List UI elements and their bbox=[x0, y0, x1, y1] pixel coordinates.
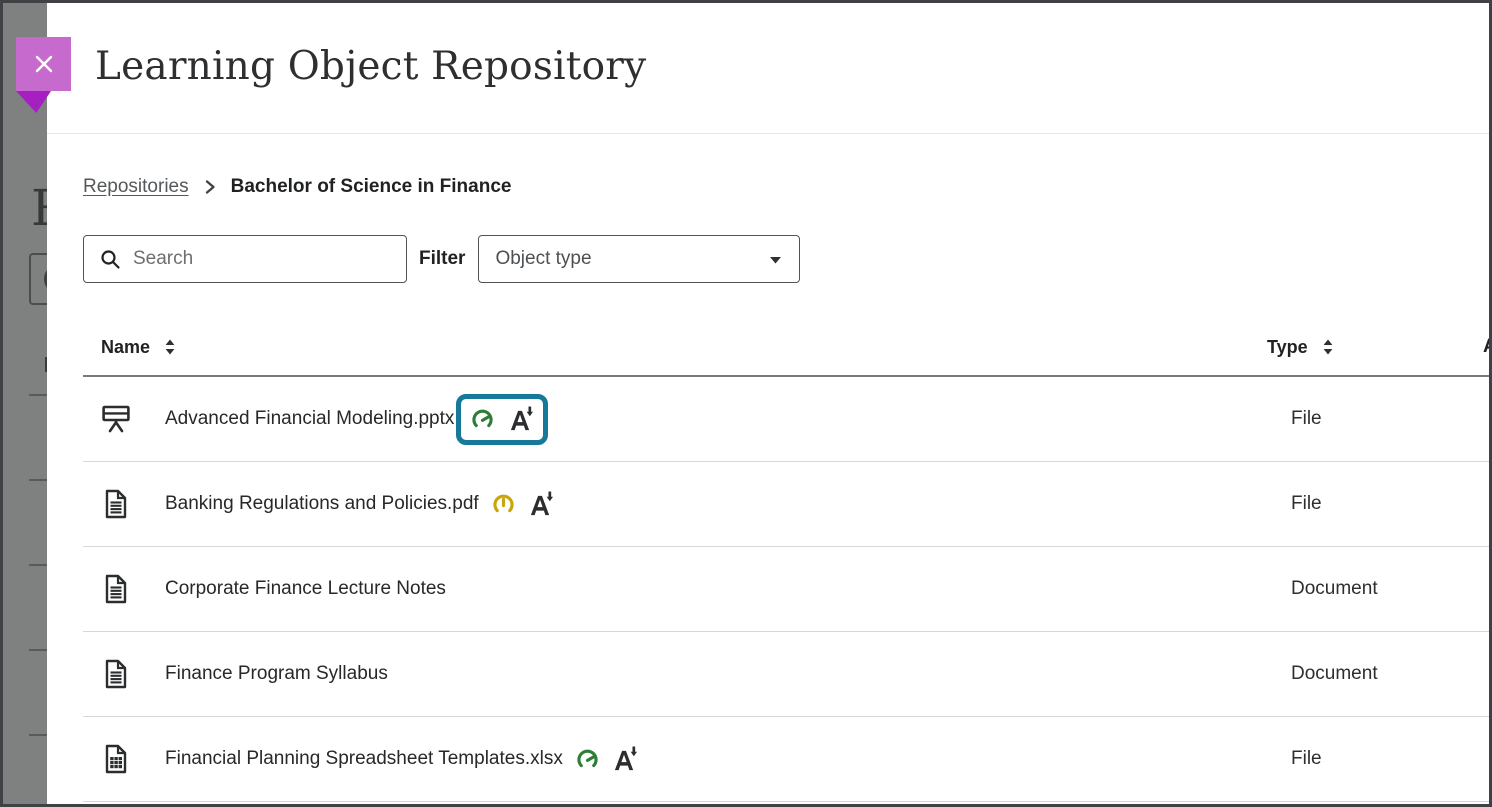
background-divider bbox=[29, 479, 47, 481]
breadcrumb-current: Bachelor of Science in Finance bbox=[231, 176, 512, 198]
spreadsheet-icon bbox=[101, 744, 131, 774]
dialog-header: Learning Object Repository bbox=[47, 3, 1489, 134]
table-header-row: Name Type A bbox=[83, 319, 1489, 377]
background-divider bbox=[29, 649, 47, 651]
alternative-formats-icon[interactable] bbox=[508, 406, 533, 433]
accessibility-score-gauge-icon-green[interactable] bbox=[576, 748, 599, 771]
search-icon bbox=[100, 249, 121, 270]
document-icon bbox=[101, 659, 131, 689]
object-name[interactable]: Advanced Financial Modeling.pptx bbox=[165, 408, 454, 430]
sort-icon[interactable] bbox=[165, 339, 175, 355]
object-name[interactable]: Banking Regulations and Policies.pdf bbox=[165, 493, 479, 515]
bookmark-fold bbox=[16, 91, 51, 113]
column-header-name[interactable]: Name bbox=[83, 337, 175, 358]
presentation-icon bbox=[101, 404, 131, 434]
breadcrumb-chevron-icon bbox=[204, 179, 216, 195]
background-divider bbox=[29, 564, 47, 566]
object-type: Document bbox=[1291, 578, 1378, 600]
dimmed-background-page: R 1 1 1 1 1 bbox=[3, 3, 47, 804]
table-row[interactable]: Advanced Financial Modeling.pptx Fi bbox=[83, 377, 1489, 462]
close-dialog-button[interactable] bbox=[16, 37, 71, 113]
breadcrumb-link-repositories[interactable]: Repositories bbox=[83, 176, 189, 198]
screenshot-frame: R 1 1 1 1 1 Learning Object Repository bbox=[0, 0, 1492, 807]
object-name[interactable]: Financial Planning Spreadsheet Templates… bbox=[165, 748, 563, 770]
object-type: File bbox=[1291, 408, 1322, 430]
table-row[interactable]: Corporate Finance Lecture Notes Document bbox=[83, 547, 1489, 632]
search-input[interactable] bbox=[131, 247, 385, 271]
breadcrumb: Repositories Bachelor of Science in Fina… bbox=[83, 176, 1489, 198]
background-divider bbox=[29, 734, 47, 736]
dialog-content: Repositories Bachelor of Science in Fina… bbox=[47, 134, 1489, 804]
background-partial-search-box bbox=[29, 253, 47, 305]
document-icon bbox=[101, 574, 131, 604]
object-type-select[interactable]: Object type bbox=[478, 235, 800, 283]
background-partial-heading: R bbox=[31, 183, 47, 233]
alternative-formats-icon[interactable] bbox=[612, 746, 637, 773]
dropdown-caret-icon bbox=[769, 256, 782, 264]
dialog-title: Learning Object Repository bbox=[95, 44, 646, 89]
sort-icon[interactable] bbox=[1323, 339, 1333, 355]
object-type-select-value: Object type bbox=[495, 248, 591, 270]
filter-label: Filter bbox=[419, 248, 465, 270]
toolbar: Filter Object type bbox=[83, 235, 1489, 283]
column-header-type[interactable]: Type bbox=[1267, 337, 1333, 358]
object-type: Document bbox=[1291, 663, 1378, 685]
accessibility-score-gauge-icon-green[interactable] bbox=[471, 408, 494, 431]
close-icon bbox=[32, 52, 56, 76]
object-name[interactable]: Finance Program Syllabus bbox=[165, 663, 388, 685]
search-box[interactable] bbox=[83, 235, 407, 283]
alternative-formats-icon[interactable] bbox=[528, 491, 553, 518]
object-name[interactable]: Corporate Finance Lecture Notes bbox=[165, 578, 446, 600]
column-header-partial: A bbox=[1483, 336, 1492, 358]
table-row[interactable]: Finance Program Syllabus Document bbox=[83, 632, 1489, 717]
background-divider bbox=[29, 394, 47, 396]
object-type: File bbox=[1291, 493, 1322, 515]
table-row[interactable]: Financial Planning Spreadsheet Templates… bbox=[83, 717, 1489, 802]
highlight-callout-box bbox=[456, 394, 548, 445]
table-row[interactable]: Banking Regulations and Policies.pdf bbox=[83, 462, 1489, 547]
accessibility-score-gauge-icon-amber[interactable] bbox=[492, 493, 515, 516]
object-type: File bbox=[1291, 748, 1322, 770]
document-icon bbox=[101, 489, 131, 519]
